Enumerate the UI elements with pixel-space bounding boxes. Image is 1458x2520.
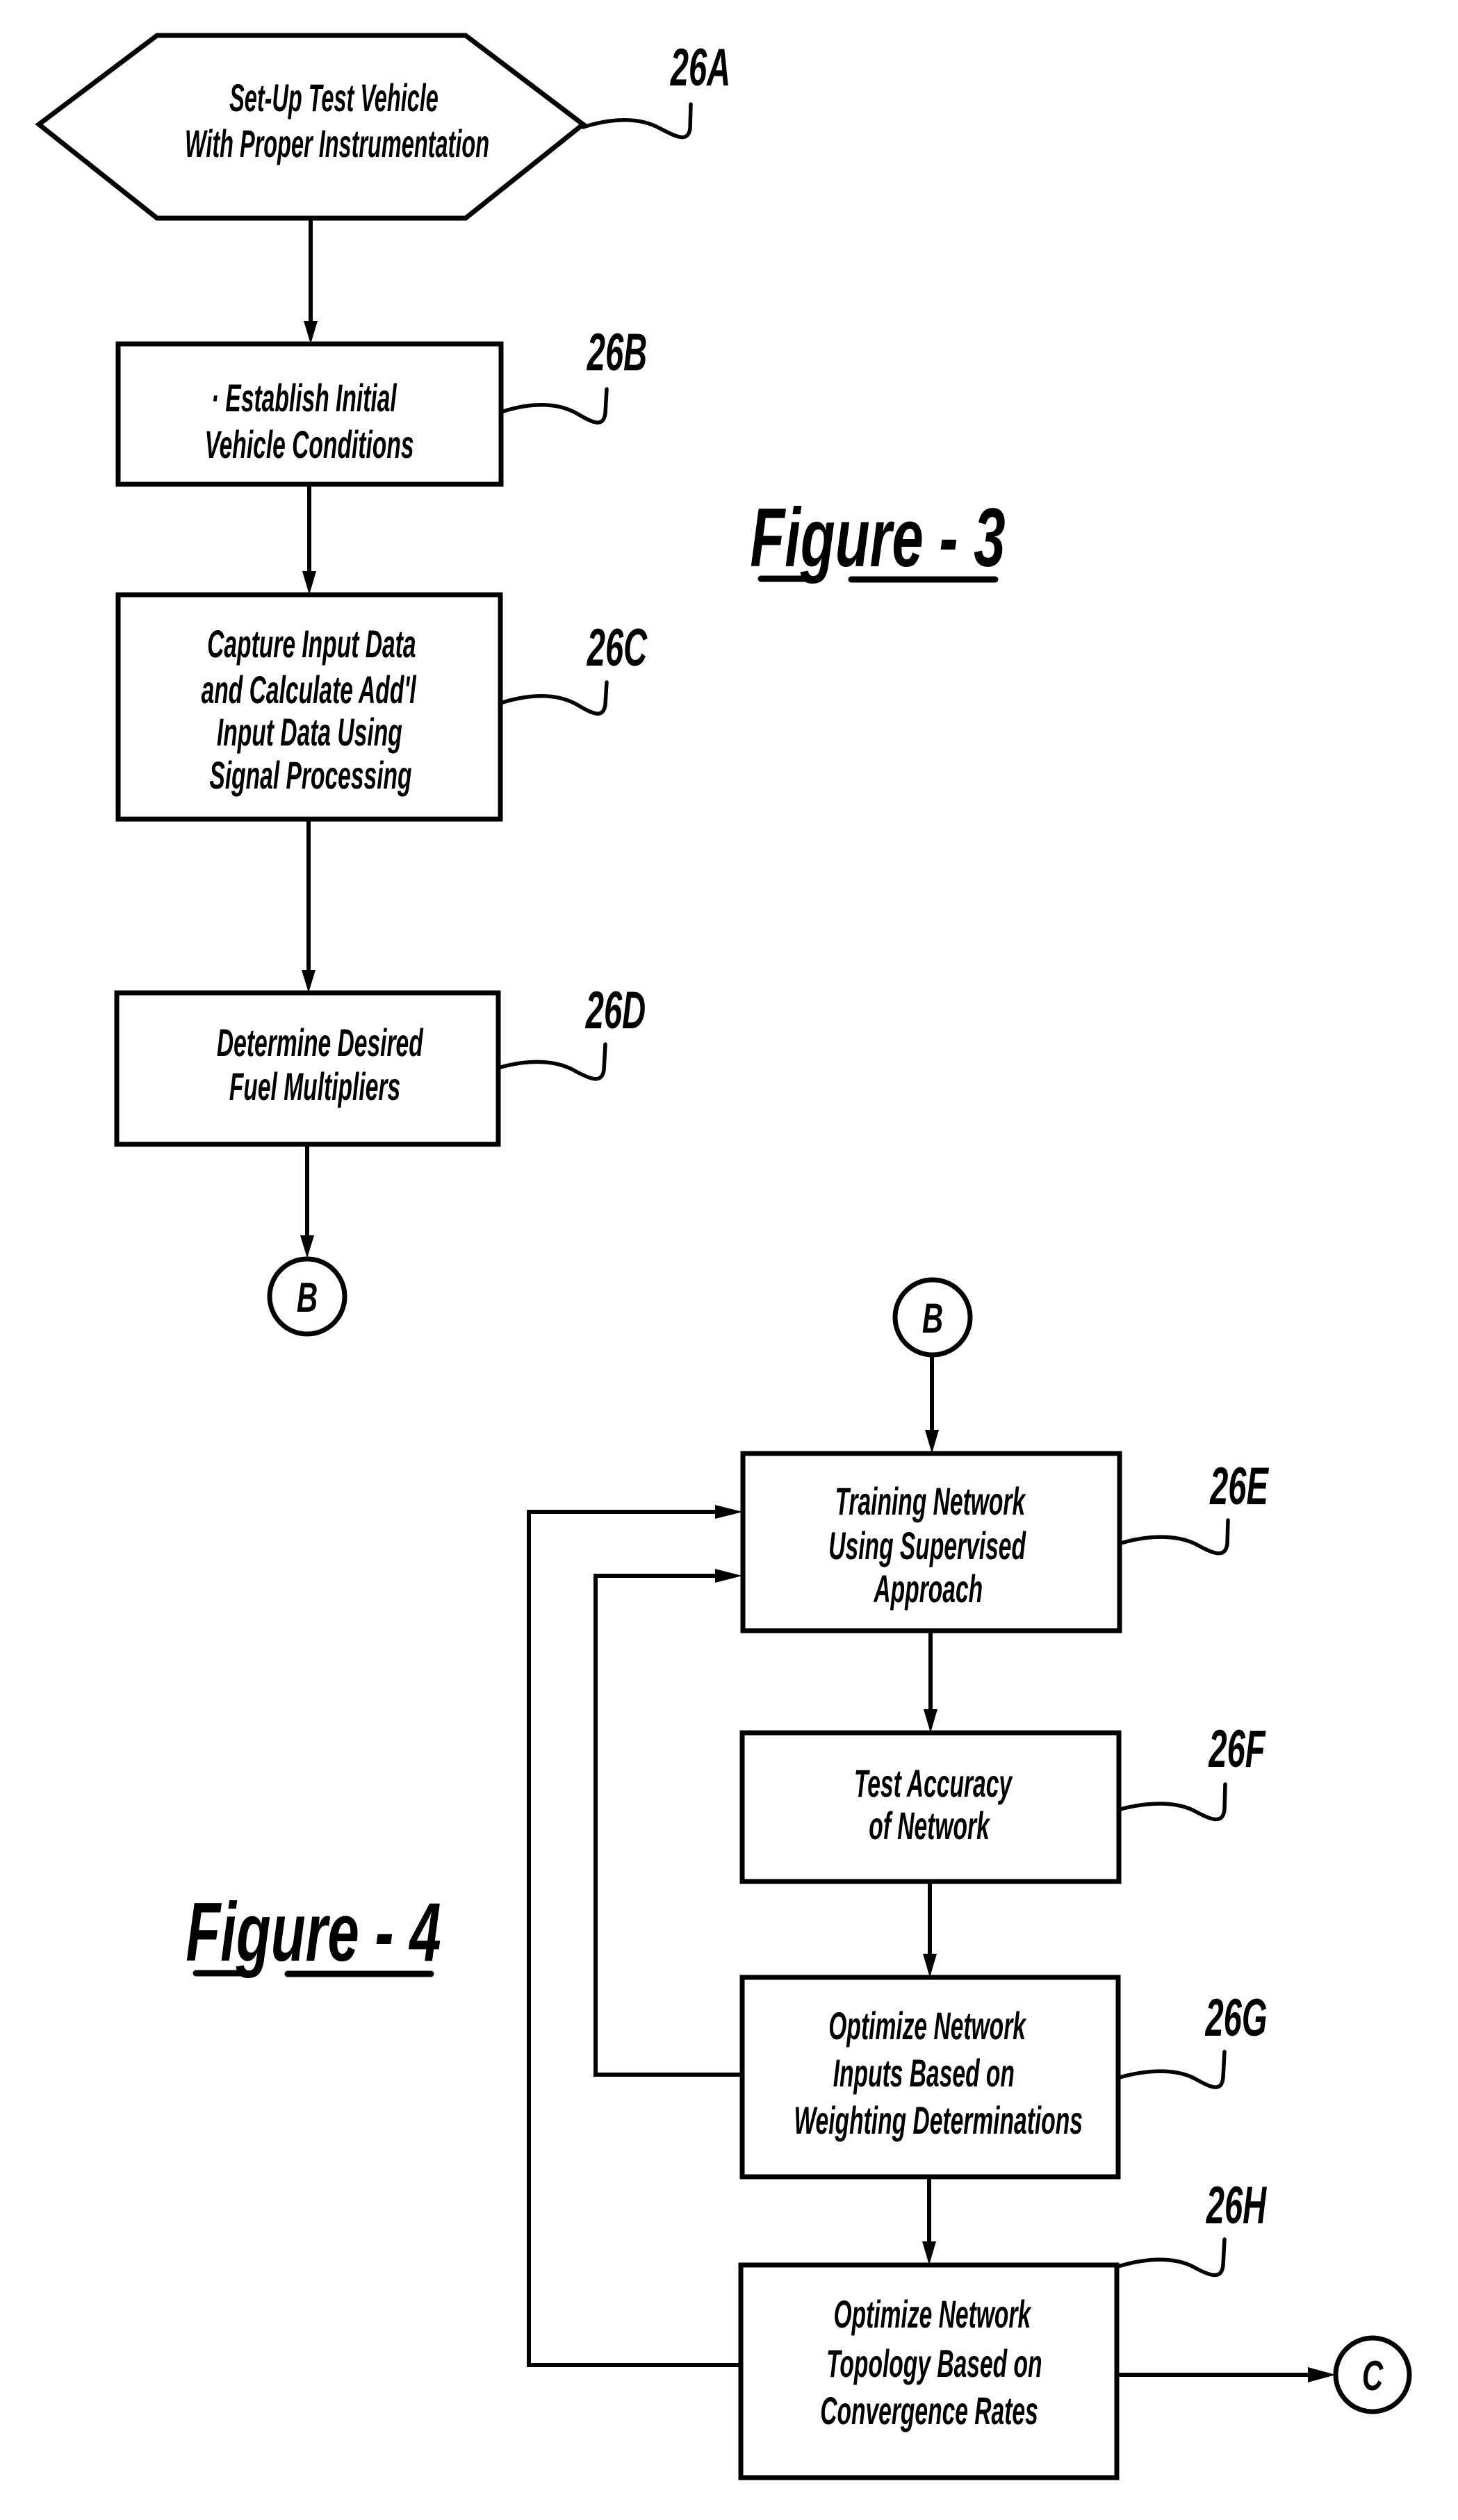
ref-label-26b: 26B xyxy=(499,324,647,425)
feedback-loop-inputs xyxy=(593,1569,742,2077)
ref-label-26h: 26H xyxy=(1116,2177,1267,2278)
figure-4: B Training Network Using Supervised Appr… xyxy=(186,1277,1412,2480)
leader-line xyxy=(1117,2050,1227,2089)
ref-label-26a: 26A xyxy=(581,39,730,140)
figure-title: Figure - 4 xyxy=(186,1885,441,1978)
flow-arrow xyxy=(300,1144,314,1258)
flow-arrow xyxy=(923,1881,937,1977)
figure-title: Figure - 3 xyxy=(750,491,1005,584)
step-26g-optimize-inputs: Optimize Network Inputs Based on Weighti… xyxy=(739,1975,1121,2180)
patent-flowchart-sheet: Set-Up Test Vehicle With Proper Instrume… xyxy=(35,33,1412,2480)
connector-label: B xyxy=(297,1274,318,1321)
off-page-connector-b-in: B xyxy=(892,1277,973,1358)
step-text: Capture Input Data and Calculate Add'l I… xyxy=(202,622,423,797)
flow-arrow xyxy=(924,1631,937,1733)
flow-arrow xyxy=(922,2177,936,2265)
leader-line xyxy=(1118,1782,1227,1822)
leader-line xyxy=(581,102,693,140)
ref-label-text: 26A xyxy=(670,39,730,97)
step-text: Optimize Network Topology Based on Conve… xyxy=(820,2292,1049,2432)
ref-label-text: 26E xyxy=(1209,1458,1269,1516)
ref-label-26c: 26C xyxy=(498,619,648,716)
step-26a-setup-vehicle: Set-Up Test Vehicle With Proper Instrume… xyxy=(35,33,587,221)
figure-3-caption: Figure - 3 xyxy=(750,491,1005,584)
flow-arrow xyxy=(302,819,316,993)
leader-line xyxy=(496,1042,607,1081)
connector-label: C xyxy=(1362,2353,1384,2399)
ref-label-26d: 26D xyxy=(496,982,646,1081)
step-26d-fuel-multipliers: Determine Desired Fuel Multipliers xyxy=(114,990,501,1147)
step-26c-capture-input: Capture Input Data and Calculate Add'l I… xyxy=(115,592,503,822)
ref-label-26e: 26E xyxy=(1119,1458,1269,1556)
ref-label-text: 26F xyxy=(1209,1720,1266,1779)
feedback-loop-topology xyxy=(527,1505,743,2367)
leader-line xyxy=(1119,1518,1230,1556)
leader-line xyxy=(1116,2237,1227,2278)
ref-label-text: 26D xyxy=(585,982,646,1040)
connector-label: B xyxy=(922,1295,943,1342)
off-page-connector-b-out: B xyxy=(267,1256,347,1337)
ref-label-26g: 26G xyxy=(1117,1989,1268,2089)
off-page-connector-c: C xyxy=(1333,2335,1412,2414)
step-26e-training-network: Training Network Using Supervised Approa… xyxy=(740,1451,1122,1633)
leader-line xyxy=(498,680,609,716)
ref-label-text: 26G xyxy=(1205,1989,1268,2048)
flow-arrow xyxy=(304,218,318,344)
ref-label-text: 26C xyxy=(587,619,648,677)
ref-label-text: 26B xyxy=(587,324,647,382)
ref-label-text: 26H xyxy=(1206,2177,1267,2235)
step-26b-initial-conditions: · Establish Initial Vehicle Conditions xyxy=(115,341,504,487)
leader-line xyxy=(499,387,609,425)
ref-label-26f: 26F xyxy=(1118,1720,1266,1822)
flow-arrow xyxy=(1117,2367,1336,2382)
step-text: Determine Desired Fuel Multipliers xyxy=(217,1021,429,1108)
step-26f-test-accuracy: Test Accuracy of Network xyxy=(739,1730,1122,1884)
step-26h-optimize-topology: Optimize Network Topology Based on Conve… xyxy=(738,2262,1120,2480)
flow-arrow xyxy=(925,1355,939,1453)
flow-arrow xyxy=(302,484,316,595)
figure-4-caption: Figure - 4 xyxy=(186,1885,441,1978)
figure-3: Set-Up Test Vehicle With Proper Instrume… xyxy=(35,33,1006,1337)
